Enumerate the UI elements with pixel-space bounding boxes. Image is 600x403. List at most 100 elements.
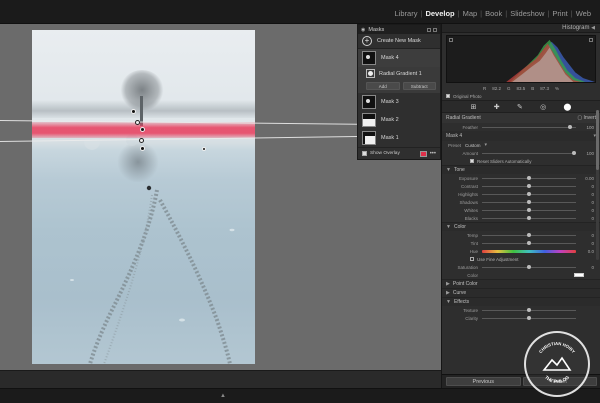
- mask-item-3[interactable]: Mask 3: [358, 93, 440, 111]
- mask-tool-buttons: Add Subtract: [358, 80, 440, 93]
- mask-item-4[interactable]: Mask 4: [358, 49, 440, 67]
- photo-preview[interactable]: [32, 30, 255, 364]
- module-library[interactable]: Library: [392, 9, 421, 18]
- histogram-readout: R 82.2 G 83.5 B 87.3%: [442, 85, 600, 92]
- panel-minimize-icon[interactable]: [427, 27, 431, 32]
- whites-slider[interactable]: Whites 0: [442, 206, 600, 214]
- radial-gradient-header: Radial Gradient ▢ Invert: [442, 113, 600, 123]
- reset-sliders-checkbox[interactable]: Reset Sliders Automatically: [442, 157, 600, 165]
- masks-eye-icon[interactable]: ◉: [361, 27, 365, 33]
- gradient-pin-center[interactable]: [140, 127, 145, 132]
- footprint-tracks: [70, 134, 235, 364]
- disclosure-triangle-icon: ▼: [446, 224, 451, 230]
- more-options-icon[interactable]: •••: [430, 151, 436, 157]
- toolbar: [0, 370, 441, 388]
- brush-icon[interactable]: ✎: [517, 103, 523, 111]
- heal-icon[interactable]: ✚: [494, 103, 500, 111]
- add-button[interactable]: Add: [366, 82, 400, 90]
- gradient-pin-upper[interactable]: [135, 120, 140, 125]
- masks-panel-footer: Show Overlay •••: [358, 147, 440, 159]
- invert-checkbox[interactable]: ▢ Invert: [577, 115, 596, 121]
- filmstrip-toggle-icon[interactable]: ▲: [220, 393, 226, 399]
- svg-text:CHRISTIAN HOIBY: CHRISTIAN HOIBY: [538, 341, 576, 354]
- masks-panel: ◉ Masks + Create New Mask Mask 4 Radial …: [357, 24, 441, 160]
- masks-panel-title: Masks: [368, 26, 385, 33]
- mask-item-1[interactable]: Mask 1: [358, 129, 440, 147]
- effects-section-header[interactable]: ▼ Effects: [442, 297, 600, 306]
- previous-button[interactable]: Previous: [446, 377, 521, 386]
- module-picker: Library | Develop | Map | Book | Slideshow | Print…: [392, 9, 594, 18]
- clip-highlights-icon[interactable]: [589, 38, 593, 42]
- amount-slider[interactable]: Amount 100: [442, 149, 600, 157]
- tone-section-header[interactable]: ▼ Tone: [442, 165, 600, 174]
- readout-value: B: [531, 86, 535, 91]
- mask-thumbnail: [362, 131, 376, 145]
- original-photo-toggle[interactable]: Original Photo: [442, 92, 600, 100]
- clarity-slider[interactable]: Clarity: [442, 314, 600, 322]
- highlights-slider[interactable]: Highlights 0: [442, 190, 600, 198]
- readout-value: R: [482, 86, 487, 91]
- gradient-pin-side[interactable]: [202, 147, 206, 151]
- shadows-slider[interactable]: Shadows 0: [442, 198, 600, 206]
- curve-section-header[interactable]: ▶ Curve: [442, 288, 600, 297]
- subtract-button[interactable]: Subtract: [402, 82, 436, 90]
- collapse-triangle-icon: ◀: [591, 25, 595, 31]
- show-overlay-checkbox[interactable]: [362, 151, 367, 156]
- mask-thumbnail: [362, 113, 376, 127]
- svg-text:THE PHILOG: THE PHILOG: [544, 374, 571, 384]
- plus-icon: +: [362, 36, 372, 46]
- temp-slider[interactable]: Temp 0: [442, 231, 600, 239]
- mask-thumbnail: [362, 51, 376, 65]
- panel-close-icon[interactable]: [433, 27, 437, 32]
- readout-value: 87.3: [540, 86, 550, 91]
- contrast-slider[interactable]: Contrast 0: [442, 182, 600, 190]
- module-map[interactable]: Map: [460, 9, 481, 18]
- module-develop[interactable]: Develop: [422, 9, 457, 18]
- blacks-slider[interactable]: Blacks 0: [442, 214, 600, 222]
- radial-gradient-icon: [366, 69, 375, 78]
- disclosure-triangle-icon: ▶: [446, 281, 450, 287]
- panel-scrollbar[interactable]: [596, 110, 599, 260]
- masking-icon[interactable]: ⬤: [564, 103, 572, 111]
- chevron-down-icon: ▾: [484, 142, 488, 148]
- disclosure-triangle-icon: ▶: [446, 290, 450, 296]
- histogram-header[interactable]: Histogram ◀: [442, 24, 600, 33]
- color-sliders: Temp 0 Tint 0: [442, 231, 600, 247]
- module-book[interactable]: Book: [482, 9, 505, 18]
- saturation-slider[interactable]: Saturation 0: [442, 263, 600, 271]
- overlay-color-swatch[interactable]: [419, 150, 427, 157]
- tint-slider[interactable]: Tint 0: [442, 239, 600, 247]
- point-color-section-header[interactable]: ▶ Point Color: [442, 279, 600, 288]
- red-eye-icon[interactable]: ◎: [540, 103, 546, 111]
- color-swatch-icon[interactable]: [574, 273, 584, 277]
- feather-slider[interactable]: Feather 100: [442, 123, 600, 131]
- histogram[interactable]: [446, 35, 596, 83]
- exposure-slider[interactable]: Exposure 0.00: [442, 174, 600, 182]
- color-swatch-row[interactable]: Color: [442, 271, 600, 279]
- masks-panel-header[interactable]: ◉ Masks: [358, 25, 440, 34]
- mask-item-2[interactable]: Mask 2: [358, 111, 440, 129]
- disclosure-triangle-icon: ▼: [446, 167, 451, 173]
- crop-icon[interactable]: ⊞: [471, 103, 477, 111]
- tone-sliders: Exposure 0.00 Contrast 0 Highlights 0 Shadows 0…: [442, 174, 600, 222]
- module-slideshow[interactable]: Slideshow: [507, 9, 547, 18]
- module-print[interactable]: Print: [549, 9, 570, 18]
- texture-slider[interactable]: Texture: [442, 306, 600, 314]
- module-web[interactable]: Web: [573, 9, 594, 18]
- tool-strip: ⊞ ✚ ✎ ◎ ⬤: [442, 100, 600, 113]
- readout-value: 83.5: [516, 86, 526, 91]
- watermark-logo: CHRISTIAN HOIBY THE PHILOG: [524, 331, 590, 397]
- module-bar: Library | Develop | Map | Book | Slideshow | Print…: [0, 0, 600, 24]
- lightroom-window: Library | Develop | Map | Book | Slideshow | Print…: [0, 0, 600, 403]
- disclosure-triangle-icon: ▼: [446, 299, 451, 305]
- preset-selector[interactable]: Preset Custom ▾: [442, 141, 600, 149]
- create-new-mask-button[interactable]: + Create New Mask: [358, 34, 440, 49]
- hue-slider[interactable]: Hue 0.0: [442, 247, 600, 255]
- radial-gradient-item[interactable]: Radial Gradient 1: [358, 67, 440, 80]
- color-section-header[interactable]: ▼ Color: [442, 222, 600, 231]
- fine-adjustment-checkbox[interactable]: Use Fine Adjustment: [442, 255, 600, 263]
- clip-shadows-icon[interactable]: [449, 38, 453, 42]
- gradient-pin-bottom[interactable]: [140, 146, 145, 151]
- gradient-pin-lower[interactable]: [139, 138, 144, 143]
- gradient-pin-top[interactable]: [131, 109, 136, 114]
